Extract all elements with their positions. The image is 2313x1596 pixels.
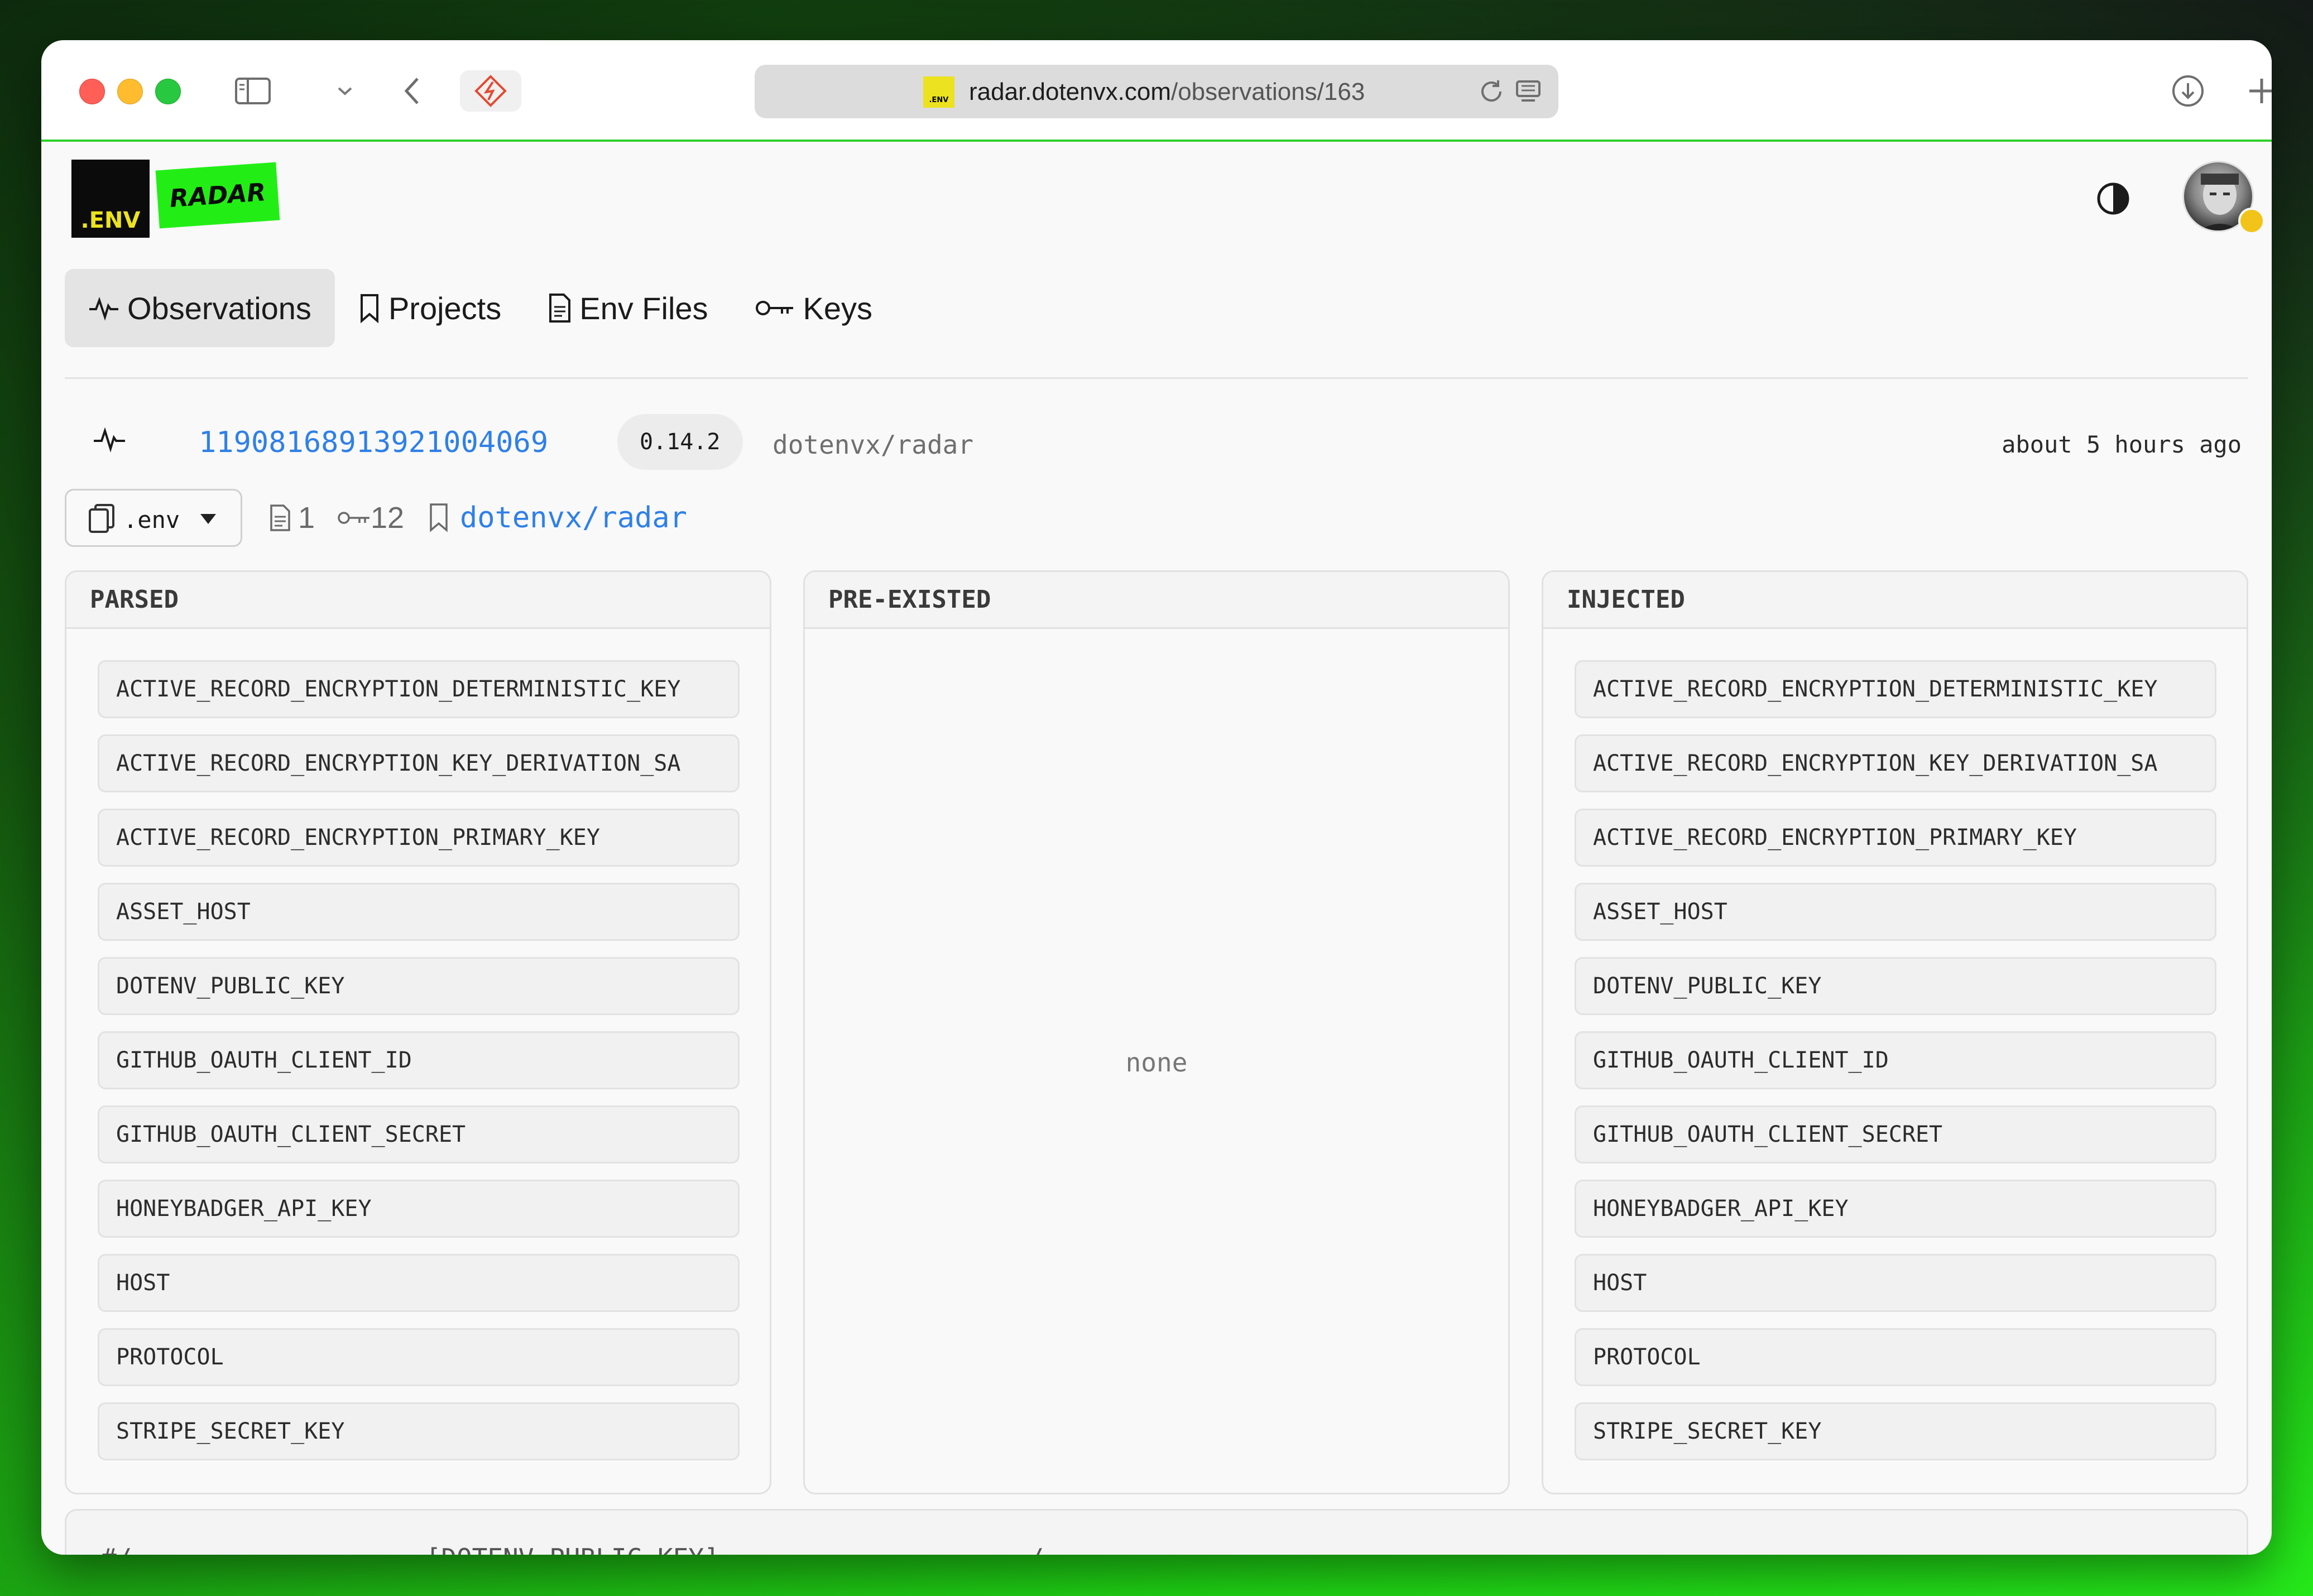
activity-icon xyxy=(93,425,126,456)
injected-key-item[interactable]: HOST xyxy=(1575,1254,2216,1312)
parsed-key-item[interactable]: ACTIVE_RECORD_ENCRYPTION_KEY_DERIVATION_… xyxy=(98,734,740,792)
file-icon xyxy=(549,294,571,323)
parsed-panel-title: PARSED xyxy=(66,572,770,629)
reload-icon[interactable] xyxy=(1477,77,1506,109)
parsed-key-item[interactable]: HONEYBADGER_API_KEY xyxy=(98,1180,740,1238)
parsed-key-item[interactable]: GITHUB_OAUTH_CLIENT_SECRET xyxy=(98,1105,740,1164)
nav-observations-label: Observations xyxy=(127,290,311,326)
injected-key-list: ACTIVE_RECORD_ENCRYPTION_DETERMINISTIC_K… xyxy=(1575,660,2216,1477)
nav-keys-label: Keys xyxy=(803,290,873,326)
parsed-key-item[interactable]: HOST xyxy=(98,1254,740,1312)
env-file-select-label: .env xyxy=(123,506,180,533)
parsed-panel: PARSED ACTIVE_RECORD_ENCRYPTION_DETERMIN… xyxy=(65,570,771,1494)
env-file-preview: #/-------------------[DOTENV_PUBLIC_KEY]… xyxy=(65,1509,2248,1555)
injected-panel: INJECTED ACTIVE_RECORD_ENCRYPTION_DETERM… xyxy=(1542,570,2248,1494)
injected-key-item[interactable]: STRIPE_SECRET_KEY xyxy=(1575,1402,2216,1460)
version-badge: 0.14.2 xyxy=(617,414,743,470)
parsed-key-item[interactable]: PROTOCOL xyxy=(98,1328,740,1386)
project-link[interactable]: dotenvx/radar xyxy=(460,501,687,535)
download-icon[interactable] xyxy=(2166,70,2210,112)
nav-observations[interactable]: Observations xyxy=(65,269,335,347)
url-bar[interactable]: .ENV radar.dotenvx.com/observations/163 xyxy=(755,65,1558,118)
pre-existed-panel: PRE-EXISTED none xyxy=(803,570,1510,1494)
injected-key-item[interactable]: PROTOCOL xyxy=(1575,1328,2216,1386)
nav-env-files[interactable]: Env Files xyxy=(525,269,731,347)
observation-project: dotenvx/radar xyxy=(772,430,974,460)
injected-panel-title: INJECTED xyxy=(1543,572,2247,629)
nav-keys[interactable]: Keys xyxy=(732,269,896,347)
injected-key-item[interactable]: ACTIVE_RECORD_ENCRYPTION_DETERMINISTIC_K… xyxy=(1575,660,2216,718)
key-icon xyxy=(755,301,793,315)
zoom-window-button[interactable] xyxy=(155,79,181,104)
back-arrow-icon[interactable] xyxy=(390,70,434,112)
key-count: 12 xyxy=(371,501,405,535)
env-file-preview-code: #/-------------------[DOTENV_PUBLIC_KEY]… xyxy=(101,1543,1044,1555)
injected-key-item[interactable]: GITHUB_OAUTH_CLIENT_SECRET xyxy=(1575,1105,2216,1164)
empty-state-text: none xyxy=(1125,1047,1188,1078)
pre-existed-panel-title: PRE-EXISTED xyxy=(805,572,1508,629)
parsed-key-item[interactable]: ACTIVE_RECORD_ENCRYPTION_PRIMARY_KEY xyxy=(98,809,740,867)
minimize-window-button[interactable] xyxy=(117,79,143,104)
file-count: 1 xyxy=(298,501,315,535)
observation-id-link[interactable]: 11908168913921004069 xyxy=(199,426,548,459)
injected-key-item[interactable]: DOTENV_PUBLIC_KEY xyxy=(1575,957,2216,1015)
nav-projects[interactable]: Projects xyxy=(335,269,525,347)
site-favicon: .ENV xyxy=(923,76,954,108)
file-icon xyxy=(270,504,290,531)
observation-header: 11908168913921004069 0.14.2 dotenvx/rada… xyxy=(93,414,2242,470)
injected-key-item[interactable]: HONEYBADGER_API_KEY xyxy=(1575,1180,2216,1238)
bookmark-icon xyxy=(360,294,378,323)
env-file-select[interactable]: .env xyxy=(65,489,242,547)
parsed-key-item[interactable]: GITHUB_OAUTH_CLIENT_ID xyxy=(98,1031,740,1089)
parsed-key-item[interactable]: ASSET_HOST xyxy=(98,883,740,941)
key-icon xyxy=(338,512,369,524)
env-logo[interactable]: .ENV xyxy=(71,160,150,238)
injected-key-item[interactable]: ACTIVE_RECORD_ENCRYPTION_PRIMARY_KEY xyxy=(1575,809,2216,867)
new-tab-plus-icon[interactable] xyxy=(2239,70,2272,112)
bookmark-icon xyxy=(430,503,448,532)
browser-window: .ENV radar.dotenvx.com/observations/163 … xyxy=(41,40,2272,1555)
caret-down-icon xyxy=(200,514,216,524)
browser-toolbar: .ENV radar.dotenvx.com/observations/163 xyxy=(41,40,2272,142)
sidebar-toggle-icon[interactable] xyxy=(228,70,278,112)
injected-key-item[interactable]: GITHUB_OAUTH_CLIENT_ID xyxy=(1575,1031,2216,1089)
copy-file-icon xyxy=(89,504,114,533)
observation-timestamp: about 5 hours ago xyxy=(2002,431,2242,458)
header-divider xyxy=(65,377,2248,379)
nav-env-files-label: Env Files xyxy=(579,290,708,326)
parsed-key-list: ACTIVE_RECORD_ENCRYPTION_DETERMINISTIC_K… xyxy=(98,660,740,1477)
extension-icon[interactable] xyxy=(460,70,521,112)
injected-key-item[interactable]: ASSET_HOST xyxy=(1575,883,2216,941)
parsed-key-item[interactable]: DOTENV_PUBLIC_KEY xyxy=(98,957,740,1015)
chevron-down-icon[interactable] xyxy=(328,70,362,112)
reader-icon[interactable] xyxy=(1515,78,1542,108)
activity-icon xyxy=(89,297,118,321)
injected-key-item[interactable]: ACTIVE_RECORD_ENCRYPTION_KEY_DERIVATION_… xyxy=(1575,734,2216,792)
avatar-badge xyxy=(2238,208,2265,234)
radar-logo[interactable]: RADAR xyxy=(155,162,280,229)
main-nav: Observations Projects Env Files Keys xyxy=(65,269,896,347)
nav-projects-label: Projects xyxy=(388,290,502,326)
theme-toggle-icon[interactable] xyxy=(2095,181,2131,217)
url-text: radar.dotenvx.com/observations/163 xyxy=(969,78,1365,105)
parsed-key-item[interactable]: ACTIVE_RECORD_ENCRYPTION_DETERMINISTIC_K… xyxy=(98,660,740,718)
close-window-button[interactable] xyxy=(79,79,105,104)
parsed-key-item[interactable]: STRIPE_SECRET_KEY xyxy=(98,1402,740,1460)
